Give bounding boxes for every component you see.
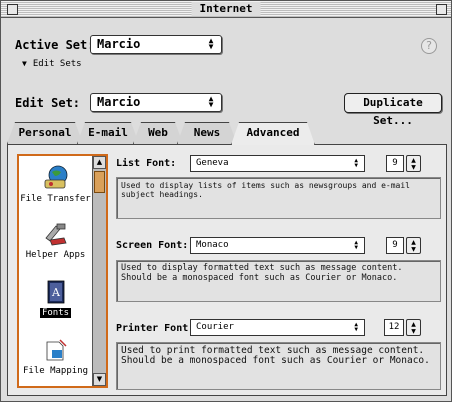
tab-personal[interactable]: Personal: [7, 122, 83, 144]
tab-email[interactable]: E-mail: [77, 122, 139, 144]
sidebar-item-fonts[interactable]: A Fonts: [19, 278, 92, 318]
edit-set-value: Marcio: [97, 95, 141, 109]
close-box[interactable]: [7, 4, 18, 15]
printer-font-description: Used to print formatted text such as mes…: [116, 342, 441, 390]
sidebar-item-label: File Transfer: [20, 194, 91, 204]
edit-sets-disclosure[interactable]: ▼ Edit Sets: [22, 59, 82, 69]
sidebar-item-label: File Mapping: [22, 366, 89, 376]
list-font-value: Geneva: [196, 158, 229, 168]
zoom-box[interactable]: [436, 4, 447, 15]
active-set-value: Marcio: [97, 37, 141, 51]
screen-font-label: Screen Font:: [116, 240, 189, 251]
printer-font-popup[interactable]: Courier ▲ ▼: [190, 319, 365, 336]
scroll-thumb[interactable]: [94, 171, 105, 193]
tab-advanced[interactable]: Advanced: [231, 122, 315, 145]
sidebar-item-label: Helper Apps: [25, 250, 86, 260]
popup-arrows-icon: ▲ ▼: [354, 157, 358, 169]
internet-window: Internet Active Set: Marcio ▲ ▼ ? ▼ Edit S…: [0, 0, 452, 402]
list-font-size-stepper[interactable]: ▲ ▼: [406, 155, 421, 172]
duplicate-set-button[interactable]: Duplicate Set...: [344, 93, 442, 127]
helper-apps-icon: [44, 223, 67, 246]
tab-news[interactable]: News: [177, 122, 237, 144]
sidebar-item-file-transfer[interactable]: File Transfer: [19, 164, 92, 204]
edit-set-popup[interactable]: Marcio ▲ ▼: [90, 93, 222, 112]
popup-arrows-icon: ▲ ▼: [354, 321, 358, 333]
printer-font-size-field[interactable]: 12: [384, 319, 404, 336]
screen-font-size-stepper[interactable]: ▲ ▼: [406, 237, 421, 254]
advanced-sidebar-list[interactable]: File Transfer Helper Apps A Fonts File M…: [17, 154, 108, 388]
scroll-down-arrow-icon[interactable]: ▼: [93, 373, 106, 386]
list-font-popup[interactable]: Geneva ▲ ▼: [190, 155, 365, 172]
title-bar[interactable]: Internet: [1, 1, 451, 18]
edit-sets-label: Edit Sets: [32, 59, 82, 69]
file-transfer-icon: [44, 165, 67, 189]
screen-font-description: Used to display formatted text such as m…: [116, 260, 441, 302]
popup-arrows-icon: ▲ ▼: [208, 94, 214, 109]
list-font-description: Used to display lists of items such as n…: [116, 177, 441, 219]
svg-text:A: A: [51, 286, 61, 299]
screen-font-value: Monaco: [196, 240, 229, 250]
sidebar-item-helper-apps[interactable]: Helper Apps: [19, 220, 92, 260]
list-font-label: List Font:: [116, 158, 177, 169]
sidebar-item-file-mapping[interactable]: File Mapping: [19, 336, 92, 376]
help-icon[interactable]: ?: [421, 38, 437, 54]
active-set-popup[interactable]: Marcio ▲ ▼: [90, 35, 222, 54]
printer-font-size-stepper[interactable]: ▲ ▼: [406, 319, 421, 336]
tab-web[interactable]: Web: [133, 122, 183, 144]
disclosure-triangle-icon: ▼: [22, 59, 27, 68]
sidebar-scrollbar[interactable]: ▲ ▼: [92, 156, 106, 386]
printer-font-label: Printer Font:: [116, 323, 195, 334]
list-font-size-field[interactable]: 9: [386, 155, 404, 172]
popup-arrows-icon: ▲ ▼: [208, 36, 214, 51]
file-mapping-icon: [46, 339, 67, 361]
scroll-up-arrow-icon[interactable]: ▲: [93, 156, 106, 169]
popup-arrows-icon: ▲ ▼: [354, 239, 358, 251]
screen-font-size-field[interactable]: 9: [386, 237, 404, 254]
edit-set-label: Edit Set:: [15, 96, 81, 110]
sidebar-item-label: Fonts: [39, 308, 72, 318]
fonts-icon: A: [47, 280, 64, 304]
window-title: Internet: [191, 2, 261, 16]
active-set-label: Active Set:: [15, 38, 95, 52]
printer-font-value: Courier: [196, 322, 234, 332]
screen-font-popup[interactable]: Monaco ▲ ▼: [190, 237, 365, 254]
